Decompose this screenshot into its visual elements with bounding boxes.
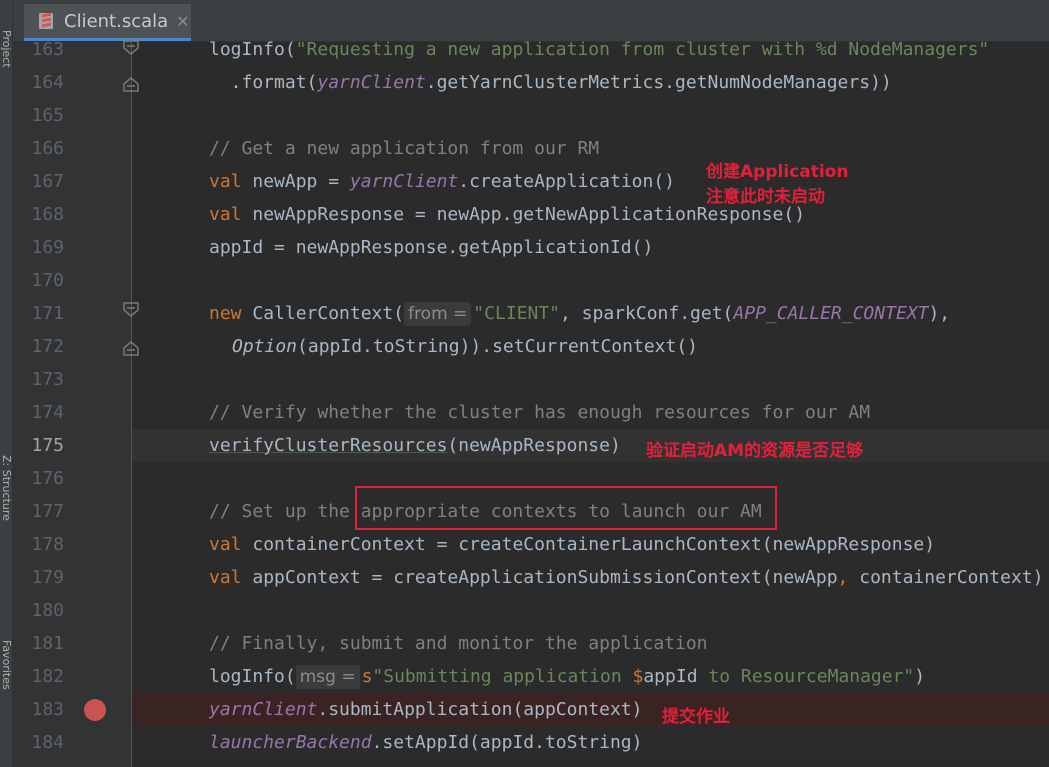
code-comment: // Verify whether the cluster has enough…: [209, 402, 871, 423]
code-line: 167 val newApp = yarnClient.createApplic…: [13, 165, 1049, 198]
code-line: 173: [13, 363, 1049, 396]
line-number: 178: [31, 534, 64, 555]
line-number: 169: [31, 237, 64, 258]
highlight-box: [355, 486, 777, 530]
code-line: 164 .format(yarnClient.getYarnClusterMet…: [13, 66, 1049, 99]
code-line: 171 new CallerContext(from = "CLIENT", sp…: [13, 297, 1049, 330]
code-line-current: 175 verifyClusterResources(newAppRespons…: [13, 429, 1049, 462]
line-number: 163: [31, 39, 64, 60]
code-line: 180: [13, 594, 1049, 627]
line-number: 182: [31, 666, 64, 687]
code-line: 182 logInfo(msg = s"Submitting applicatio…: [13, 660, 1049, 693]
code-text: val appContext = createApplicationSubmis…: [209, 567, 1044, 588]
parameter-hint: msg =: [295, 665, 360, 689]
code-line: 172 Option(appId.toString)).setCurrentCo…: [13, 330, 1049, 363]
line-number: 172: [31, 336, 64, 357]
line-number: 164: [31, 72, 64, 93]
editor-lines[interactable]: 163 logInfo("Requesting a new applicatio…: [13, 0, 1049, 767]
fold-marker-icon[interactable]: [122, 334, 140, 356]
line-number: 181: [31, 633, 64, 654]
code-line: 163 logInfo("Requesting a new applicatio…: [13, 33, 1049, 66]
code-line: 184 launcherBackend.setAppId(appId.toStr…: [13, 726, 1049, 759]
code-text: .format(yarnClient.getYarnClusterMetrics…: [209, 72, 892, 93]
code-text: verifyClusterResources(newAppResponse): [209, 435, 621, 456]
line-number: 177: [31, 501, 64, 522]
line-number: 183: [31, 699, 64, 720]
breakpoint-icon[interactable]: [84, 699, 106, 721]
line-number: 171: [31, 303, 64, 324]
code-text: new CallerContext(from = "CLIENT", sparkC…: [209, 302, 951, 326]
code-line: 168 val newAppResponse = newApp.getNewAp…: [13, 198, 1049, 231]
code-text: val newApp = yarnClient.createApplicatio…: [209, 171, 676, 192]
line-number: 173: [31, 369, 64, 390]
code-line: 169 appId = newAppResponse.getApplicatio…: [13, 231, 1049, 264]
code-text: launcherBackend.setAppId(appId.toString): [209, 732, 643, 753]
line-number: 180: [31, 600, 64, 621]
side-label-project[interactable]: Project: [0, 30, 12, 68]
line-number: 170: [31, 270, 64, 291]
line-number: 184: [31, 732, 64, 753]
annotation-not-started: 注意此时未启动: [706, 187, 825, 207]
line-number: 176: [31, 468, 64, 489]
code-line: 165: [13, 99, 1049, 132]
code-line: 179 val appContext = createApplicationSu…: [13, 561, 1049, 594]
code-text: logInfo(msg = s"Submitting application $a…: [209, 665, 926, 689]
code-text: val containerContext = createContainerLa…: [209, 534, 936, 555]
code-line-breakpoint: 183 yarnClient.submitApplication(appCont…: [13, 693, 1049, 726]
code-comment: // Finally, submit and monitor the appli…: [209, 633, 708, 654]
parameter-hint: from =: [404, 302, 472, 326]
line-number: 165: [31, 105, 64, 126]
code-text: yarnClient.submitApplication(appContext): [209, 699, 643, 720]
line-number: 167: [31, 171, 64, 192]
line-number: 166: [31, 138, 64, 159]
code-line: 178 val containerContext = createContain…: [13, 528, 1049, 561]
annotation-submit-job: 提交作业: [662, 707, 730, 727]
annotation-verify-resources: 验证启动AM的资源是否足够: [646, 441, 864, 461]
line-number: 179: [31, 567, 64, 588]
line-number: 175: [31, 435, 64, 456]
code-text: Option(appId.toString)).setCurrentContex…: [232, 336, 698, 357]
code-line: 174 // Verify whether the cluster has en…: [13, 396, 1049, 429]
code-text: logInfo("Requesting a new application fr…: [209, 39, 990, 60]
line-number: 174: [31, 402, 64, 423]
fold-marker-icon[interactable]: [122, 302, 140, 324]
tool-window-strip: Project Z: Structure Favorites: [0, 0, 13, 767]
annotation-create-application: 创建Application: [706, 162, 849, 182]
fold-marker-icon[interactable]: [122, 40, 140, 62]
code-line: 181 // Finally, submit and monitor the a…: [13, 627, 1049, 660]
fold-marker-icon[interactable]: [122, 70, 140, 92]
code-text: appId = newAppResponse.getApplicationId(…: [209, 237, 654, 258]
side-label-favorites[interactable]: Favorites: [0, 640, 12, 690]
code-line: 170: [13, 264, 1049, 297]
side-label-structure[interactable]: Z: Structure: [0, 455, 12, 521]
code-line: 166 // Get a new application from our RM: [13, 132, 1049, 165]
code-comment: // Get a new application from our RM: [209, 138, 600, 159]
line-number: 168: [31, 204, 64, 225]
